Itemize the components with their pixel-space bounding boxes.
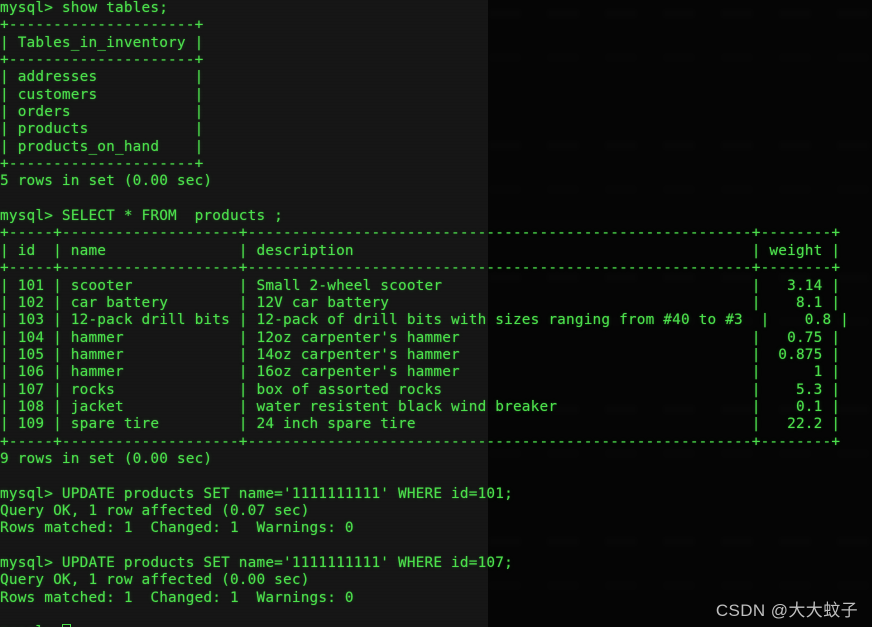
terminal-line: | products_on_hand | (0, 138, 204, 155)
terminal-line: +---------------------+ (0, 52, 204, 69)
terminal-line: | 102 | car battery | 12V car battery | … (0, 294, 841, 311)
terminal-line: +---------------------+ (0, 17, 204, 34)
terminal-line: | orders | (0, 104, 204, 121)
terminal-line: Rows matched: 1 Changed: 1 Warnings: 0 (0, 520, 354, 537)
terminal-line: +---------------------+ (0, 156, 204, 173)
csdn-watermark: CSDN @大大蚊子 (715, 601, 858, 620)
terminal-line: | 107 | rocks | box of assorted rocks | … (0, 381, 841, 398)
terminal-line: 9 rows in set (0.00 sec) (0, 450, 213, 467)
terminal-line: mysql> UPDATE products SET name='1111111… (0, 555, 513, 571)
terminal-line: | customers | (0, 86, 204, 103)
terminal-line: +-----+--------------------+------------… (0, 225, 841, 242)
terminal-line: 5 rows in set (0.00 sec) (0, 173, 213, 190)
terminal-line: | 103 | 12-pack drill bits | 12-pack of … (0, 312, 850, 329)
terminal-line: | products | (0, 121, 204, 138)
terminal-line: | 101 | scooter | Small 2-wheel scooter … (0, 277, 841, 294)
terminal-line: | 108 | jacket | water resistent black w… (0, 398, 841, 415)
terminal-line: +-----+--------------------+------------… (0, 260, 841, 277)
terminal-line: | Tables_in_inventory | (0, 34, 204, 51)
terminal-line: | id | name | description | weight | (0, 242, 841, 259)
terminal-line: | 104 | hammer | 12oz carpenter's hammer… (0, 329, 841, 346)
terminal-line: Query OK, 1 row affected (0.00 sec) (0, 572, 310, 589)
terminal-line: | addresses | (0, 69, 204, 86)
terminal-output[interactable]: mysql> show tables; +--------------------… (0, 0, 872, 627)
terminal-line: mysql> UPDATE products SET name='1111111… (0, 485, 513, 502)
terminal-line: mysql> show tables; (0, 0, 169, 16)
terminal-window[interactable]: mysql> show tables; +--------------------… (0, 0, 872, 627)
terminal-line: | 105 | hammer | 14oz carpenter's hammer… (0, 346, 841, 363)
terminal-line: | 106 | hammer | 16oz carpenter's hammer… (0, 364, 841, 381)
terminal-line: mysql> SELECT * FROM products ; (0, 208, 284, 225)
terminal-line: Query OK, 1 row affected (0.07 sec) (0, 502, 310, 519)
terminal-line: | 109 | spare tire | 24 inch spare tire … (0, 416, 841, 433)
terminal-line: +-----+--------------------+------------… (0, 433, 841, 450)
